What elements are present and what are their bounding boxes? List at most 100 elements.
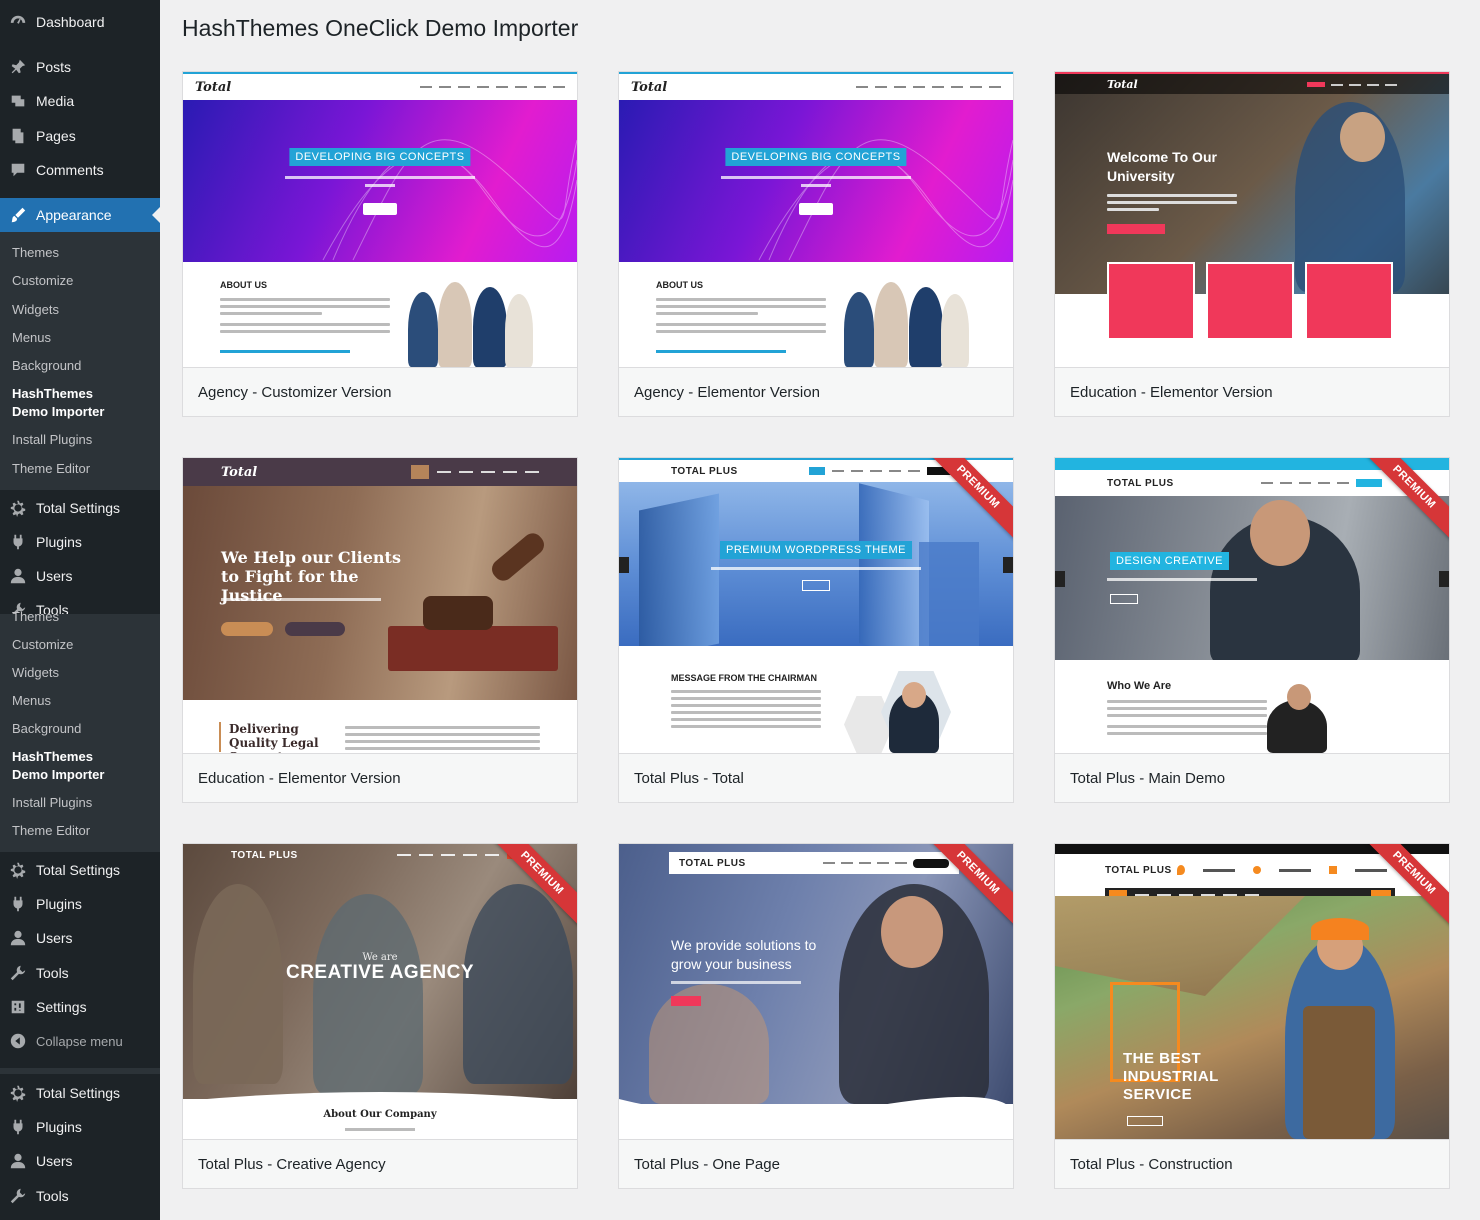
- menu-label: Tools: [36, 1188, 69, 1204]
- demo-name: Agency - Customizer Version: [183, 367, 577, 416]
- menu-label: Total Settings: [36, 500, 121, 516]
- menu-plugins[interactable]: Plugins: [0, 525, 160, 559]
- menu-appearance[interactable]: Appearance: [0, 198, 160, 232]
- submenu-background[interactable]: Background: [0, 357, 93, 375]
- thumb-hero: THE BEST INDUSTRIAL SERVICE: [1055, 896, 1449, 1139]
- menu-total-settings[interactable]: Total Settings: [0, 491, 160, 525]
- menu-comments[interactable]: Comments: [0, 153, 160, 187]
- demo-card[interactable]: TOTAL PLUS We provide solutions to grow …: [618, 843, 1014, 1189]
- submenu-themes[interactable]: Themes: [0, 244, 71, 262]
- menu-tools[interactable]: Tools: [0, 1179, 160, 1213]
- menu-media[interactable]: Media: [0, 84, 160, 118]
- menu-posts[interactable]: Posts: [0, 50, 160, 84]
- demo-card[interactable]: Total DEVELOPING BIG CONCEPTS ABOUT US A…: [182, 71, 578, 417]
- thumb-body: MESSAGE FROM THE CHAIRMAN: [619, 646, 1013, 753]
- demo-thumbnail: TOTAL PLUS THE BEST INDUSTRIAL SERVICE: [1055, 844, 1449, 1139]
- menu-settings[interactable]: Settings: [0, 990, 160, 1024]
- thumb-hero-title: CREATIVE AGENCY: [285, 962, 475, 983]
- demo-thumbnail: TOTAL PLUS We provide solutions to grow …: [619, 844, 1013, 1139]
- demo-card[interactable]: Total We Help our Clients to Fight for t…: [182, 457, 578, 803]
- thumb-body: ABOUT US: [183, 262, 577, 367]
- menu-total-settings[interactable]: Total Settings: [0, 1076, 160, 1110]
- appearance-submenu: Themes Customize Widgets Menus Backgroun…: [0, 232, 160, 490]
- submenu-widgets[interactable]: Widgets: [0, 664, 71, 682]
- thumb-logo: TOTAL PLUS: [671, 465, 738, 477]
- demo-card[interactable]: Total DEVELOPING BIG CONCEPTS ABOUT US A…: [618, 71, 1014, 417]
- menu-label: Total Settings: [36, 1085, 121, 1101]
- thumb-hero: We Help our Clients to Fight for the Jus…: [183, 486, 577, 700]
- submenu-theme-editor[interactable]: Theme Editor: [0, 460, 102, 478]
- submenu-themes[interactable]: Themes: [0, 608, 71, 626]
- page-title: HashThemes OneClick Demo Importer: [182, 15, 579, 41]
- sidebar-divider: [0, 1068, 160, 1074]
- plugin-icon: [0, 1118, 36, 1136]
- menu-total-settings[interactable]: Total Settings: [0, 853, 160, 887]
- menu-label: Plugins: [36, 534, 82, 550]
- demo-card[interactable]: TOTAL PLUS We are CREATIVE AGENCY About …: [182, 843, 578, 1189]
- thumb-logo: TOTAL PLUS: [1107, 477, 1174, 489]
- submenu-theme-editor[interactable]: Theme Editor: [0, 822, 102, 840]
- submenu-menus[interactable]: Menus: [0, 329, 63, 347]
- demo-thumbnail: Total DEVELOPING BIG CONCEPTS ABOUT US: [619, 72, 1013, 367]
- thumb-logo: Total: [195, 79, 232, 95]
- menu-label: Tools: [36, 965, 69, 981]
- thumb-hero: TOTAL PLUS We provide solutions to grow …: [619, 844, 1013, 1104]
- demo-thumbnail: Total Welcome To Our University: [1055, 72, 1449, 367]
- menu-label: Comments: [36, 162, 104, 178]
- menu-users[interactable]: Users: [0, 559, 160, 593]
- demo-name: Education - Elementor Version: [1055, 367, 1449, 416]
- demo-thumbnail: TOTAL PLUS PREMIUM WORDPRESS THEME MESSA…: [619, 458, 1013, 753]
- comment-icon: [0, 161, 36, 179]
- thumb-section-title: Who We Are: [1107, 680, 1172, 692]
- thumb-logo: Total: [1107, 77, 1138, 91]
- admin-sidebar: Dashboard Posts Media Pages Comments App…: [0, 0, 160, 1220]
- submenu-demo-importer[interactable]: HashThemes Demo Importer: [0, 748, 140, 784]
- submenu-widgets[interactable]: Widgets: [0, 301, 71, 319]
- thumb-hero: DESIGN CREATIVE: [1055, 496, 1449, 666]
- plugin-icon: [0, 533, 36, 551]
- demo-card[interactable]: Total Welcome To Our University Educatio…: [1054, 71, 1450, 417]
- thumb-body: About Our Company: [183, 1106, 577, 1139]
- thumb-section-title: ABOUT US: [220, 280, 267, 290]
- menu-label: Pages: [36, 128, 76, 144]
- menu-label: Total Settings: [36, 862, 121, 878]
- submenu-background[interactable]: Background: [0, 720, 93, 738]
- thumb-logo: Total: [631, 79, 668, 95]
- submenu-menus[interactable]: Menus: [0, 692, 63, 710]
- collapse-menu-button[interactable]: Collapse menu: [0, 1024, 160, 1058]
- menu-plugins[interactable]: Plugins: [0, 887, 160, 921]
- gear-icon: [0, 1084, 36, 1102]
- thumb-logo: TOTAL PLUS: [1105, 864, 1172, 876]
- demo-thumbnail: TOTAL PLUS We are CREATIVE AGENCY About …: [183, 844, 577, 1139]
- plugin-icon: [0, 895, 36, 913]
- menu-label: Users: [36, 568, 73, 584]
- thumb-section-title: ABOUT US: [656, 280, 703, 290]
- thumb-section-title: Delivering Quality Legal Support: [229, 722, 319, 753]
- menu-label: Media: [36, 93, 75, 109]
- wrench-icon: [0, 1187, 36, 1205]
- media-icon: [0, 92, 36, 110]
- menu-label: Appearance: [36, 207, 112, 223]
- submenu-customize[interactable]: Customize: [0, 272, 85, 290]
- demo-card[interactable]: TOTAL PLUS PREMIUM WORDPRESS THEME MESSA…: [618, 457, 1014, 803]
- thumb-header: Total: [619, 74, 1013, 100]
- thumb-hero-title: We provide solutions to grow your busine…: [671, 937, 817, 972]
- demo-card[interactable]: TOTAL PLUS THE BEST INDUSTRIAL SERVICE P…: [1054, 843, 1450, 1189]
- menu-label: Users: [36, 930, 73, 946]
- submenu-demo-importer[interactable]: HashThemes Demo Importer: [0, 385, 140, 421]
- submenu-customize[interactable]: Customize: [0, 636, 85, 654]
- menu-dashboard[interactable]: Dashboard: [0, 5, 160, 39]
- menu-pages[interactable]: Pages: [0, 119, 160, 153]
- menu-plugins[interactable]: Plugins: [0, 1110, 160, 1144]
- menu-users[interactable]: Users: [0, 1144, 160, 1178]
- menu-label: Users: [36, 1153, 73, 1169]
- menu-users[interactable]: Users: [0, 921, 160, 955]
- menu-tools[interactable]: Tools: [0, 956, 160, 990]
- submenu-install-plugins[interactable]: Install Plugins: [0, 794, 104, 812]
- demo-card[interactable]: TOTAL PLUS DESIGN CREATIVE Who We Are PR…: [1054, 457, 1450, 803]
- submenu-install-plugins[interactable]: Install Plugins: [0, 431, 104, 449]
- demo-name: Total Plus - Construction: [1055, 1139, 1449, 1188]
- thumb-header: Total: [183, 74, 577, 100]
- user-icon: [0, 567, 36, 585]
- menu-label: Posts: [36, 59, 72, 75]
